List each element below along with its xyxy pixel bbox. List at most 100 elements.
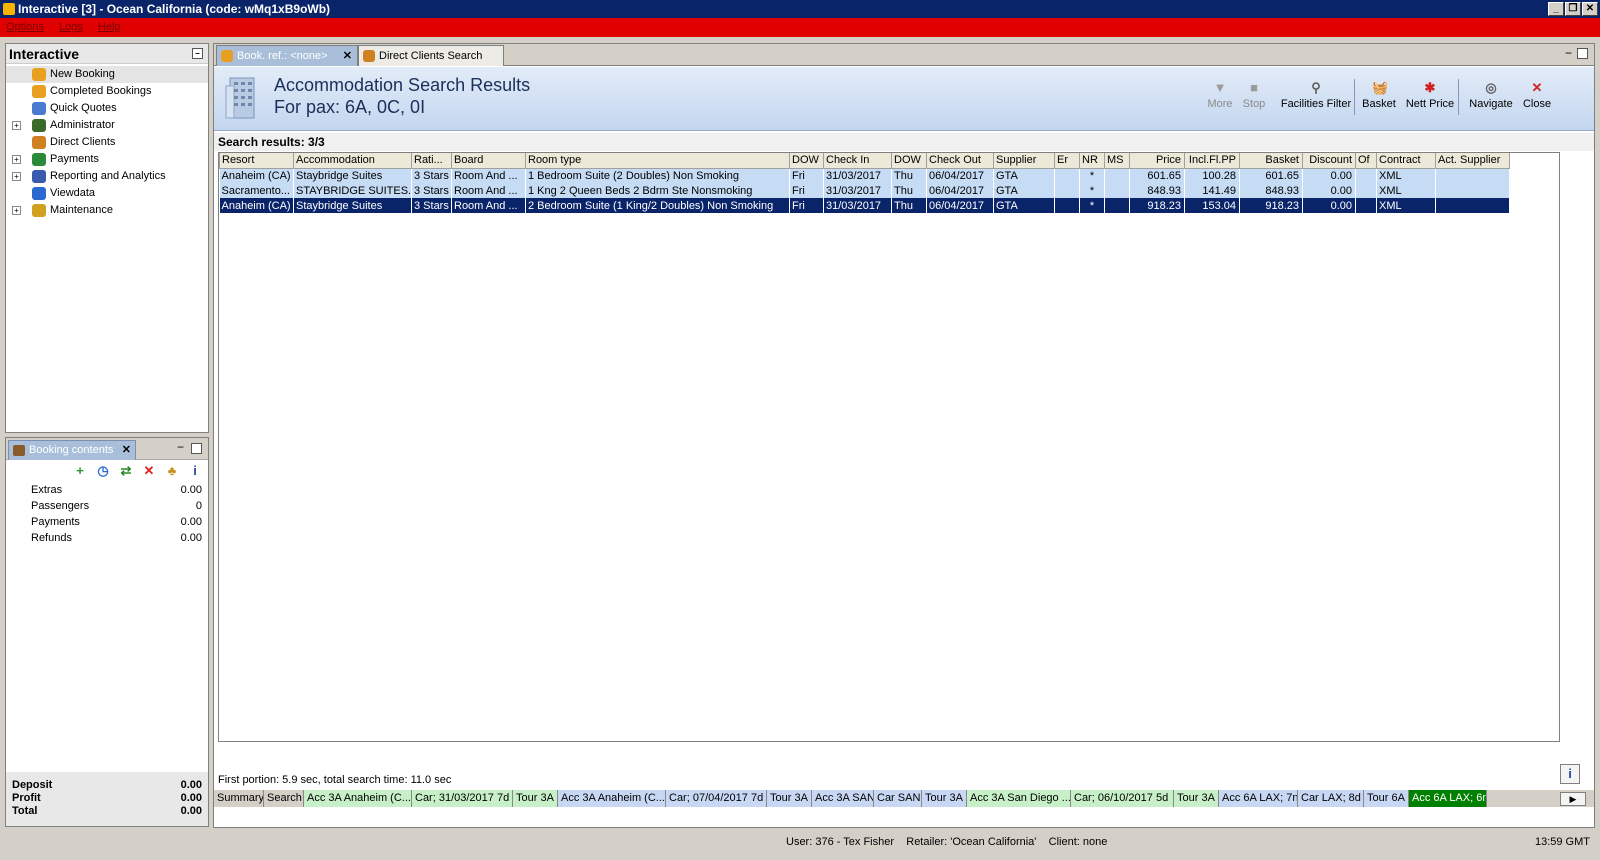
- nav-item-payments[interactable]: + Payments: [6, 151, 208, 168]
- column-header[interactable]: Contract: [1376, 153, 1436, 169]
- column-header[interactable]: Of: [1355, 153, 1377, 169]
- palm-tree-icon[interactable]: ♣: [165, 464, 179, 478]
- close-booking-contents-icon[interactable]: ✕: [122, 441, 131, 459]
- booking-contents-tab[interactable]: Booking contents ✕: [8, 440, 136, 460]
- column-header[interactable]: Basket: [1239, 153, 1303, 169]
- toolbar-more-button[interactable]: ▼ More: [1206, 81, 1234, 121]
- booking-total-label: Deposit: [12, 779, 53, 791]
- column-header[interactable]: Room type: [525, 153, 790, 169]
- add-icon[interactable]: +: [73, 464, 87, 478]
- minimize-tabs-button[interactable]: −: [1565, 46, 1572, 60]
- itinerary-tab[interactable]: Tour 3A: [767, 790, 812, 807]
- minimize-panel-button[interactable]: −: [175, 441, 186, 454]
- menu-options[interactable]: Options: [6, 21, 44, 33]
- itinerary-tab[interactable]: Tour 3A: [1174, 790, 1219, 807]
- column-header[interactable]: MS: [1104, 153, 1130, 169]
- table-cell: 918.23: [1129, 198, 1185, 213]
- nav-item-quick-quotes[interactable]: Quick Quotes: [6, 100, 208, 117]
- navigation-panel: Interactive − New Booking Completed Booki…: [5, 43, 209, 433]
- itinerary-tab[interactable]: Tour 3A: [922, 790, 967, 807]
- navigate-icon: ◎: [1485, 80, 1497, 95]
- expand-icon[interactable]: +: [12, 155, 21, 164]
- results-grid[interactable]: Resort Accommodation Rati... Board Room type…: [218, 152, 1560, 742]
- nav-item-direct-clients[interactable]: Direct Clients: [6, 134, 208, 151]
- column-header[interactable]: Er: [1054, 153, 1080, 169]
- restore-button[interactable]: ❐: [1565, 2, 1581, 16]
- toolbar-close-button[interactable]: ✕ Close: [1520, 81, 1554, 121]
- transfer-icon[interactable]: ⇄: [119, 464, 133, 478]
- results-header: Accommodation Search Results For pax: 6A…: [214, 67, 1594, 131]
- column-header[interactable]: NR: [1079, 153, 1105, 169]
- toolbar-button-label: Nett Price: [1405, 98, 1455, 110]
- itinerary-tab[interactable]: Search: [264, 790, 304, 807]
- clock-icon[interactable]: ◷: [96, 464, 110, 478]
- itinerary-tab[interactable]: Acc 3A Anaheim (C...: [304, 790, 412, 807]
- info-button[interactable]: i: [1560, 764, 1580, 784]
- next-tabs-arrow-icon[interactable]: ▶: [1560, 792, 1586, 806]
- tab-booking-ref[interactable]: Book. ref.: <none> ✕: [216, 45, 358, 66]
- column-header[interactable]: Rati...: [411, 153, 452, 169]
- window-titlebar: Interactive [3] - Ocean California (code…: [0, 0, 1600, 18]
- expand-icon[interactable]: +: [12, 172, 21, 181]
- table-row[interactable]: Anaheim (CA) Staybridge Suites 3 Stars Room…: [219, 198, 1510, 213]
- itinerary-tab[interactable]: Acc 3A Anaheim (C...: [558, 790, 666, 807]
- table-cell: GTA: [993, 183, 1055, 198]
- itinerary-tab[interactable]: Tour 3A: [513, 790, 558, 807]
- minimize-button[interactable]: _: [1548, 2, 1564, 16]
- close-window-button[interactable]: ✕: [1582, 2, 1598, 16]
- nav-item-administrator[interactable]: + Administrator: [6, 117, 208, 134]
- toolbar-basket-button[interactable]: 🧺 Basket: [1360, 81, 1398, 121]
- maximize-tabs-button[interactable]: [1577, 48, 1588, 59]
- itinerary-tab[interactable]: Car; 07/04/2017 7d: [666, 790, 767, 807]
- delete-icon[interactable]: ✕: [142, 464, 156, 478]
- table-row[interactable]: Anaheim (CA) Staybridge Suites 3 Stars Room…: [219, 168, 1510, 183]
- close-tab-icon[interactable]: ✕: [343, 46, 352, 66]
- itinerary-tab[interactable]: Car; 31/03/2017 7d: [412, 790, 513, 807]
- column-header[interactable]: Act. Supplier: [1435, 153, 1510, 169]
- nav-item-maintenance[interactable]: + Maintenance: [6, 202, 208, 219]
- column-header[interactable]: Supplier: [993, 153, 1055, 169]
- toolbar-stop-button[interactable]: ■ Stop: [1240, 81, 1268, 121]
- admin-person-icon: [32, 119, 46, 132]
- table-row[interactable]: Sacramento... STAYBRIDGE SUITES... 3 Stars…: [219, 183, 1510, 198]
- column-header[interactable]: Resort: [219, 153, 294, 169]
- column-header[interactable]: Board: [451, 153, 526, 169]
- column-header[interactable]: Incl.Fl.PP: [1184, 153, 1240, 169]
- close-icon: ✕: [1531, 80, 1543, 95]
- column-header[interactable]: Accommodation: [293, 153, 412, 169]
- toolbar-navigate-button[interactable]: ◎ Navigate: [1466, 81, 1516, 121]
- expand-icon[interactable]: +: [12, 206, 21, 215]
- itinerary-tab[interactable]: Summary: [214, 790, 264, 807]
- nav-item-completed-bookings[interactable]: Completed Bookings: [6, 83, 208, 100]
- menu-logs[interactable]: Logs: [59, 21, 83, 33]
- nav-item-viewdata[interactable]: Viewdata: [6, 185, 208, 202]
- menu-help[interactable]: Help: [98, 21, 121, 33]
- collapse-panel-button[interactable]: −: [192, 48, 203, 59]
- column-header[interactable]: DOW: [891, 153, 927, 169]
- column-header[interactable]: Price: [1129, 153, 1185, 169]
- column-header[interactable]: Check In: [823, 153, 892, 169]
- toolbar-nett-price-button[interactable]: ✱ Nett Price: [1404, 81, 1456, 121]
- column-header[interactable]: Discount: [1302, 153, 1356, 169]
- itinerary-tab[interactable]: Car SAN: [874, 790, 922, 807]
- column-header[interactable]: DOW: [789, 153, 824, 169]
- nav-item-new-booking[interactable]: New Booking: [6, 66, 208, 83]
- itinerary-tab[interactable]: Acc 3A San Diego ...: [967, 790, 1071, 807]
- menu-bar: Options Logs Help: [0, 18, 1600, 37]
- table-cell: Sacramento...: [219, 183, 294, 198]
- table-cell: *: [1079, 168, 1105, 183]
- info-icon[interactable]: i: [188, 464, 202, 478]
- column-header[interactable]: Check Out: [926, 153, 994, 169]
- table-cell: [1435, 183, 1510, 198]
- toolbar-facilities-filter-button[interactable]: ⚲ Facilities Filter: [1276, 81, 1356, 121]
- itinerary-tab[interactable]: Car LAX; 8d: [1298, 790, 1364, 807]
- expand-icon[interactable]: +: [12, 121, 21, 130]
- itinerary-tab[interactable]: Tour 6A: [1364, 790, 1409, 807]
- itinerary-tab[interactable]: Car; 06/10/2017 5d: [1071, 790, 1174, 807]
- itinerary-tab[interactable]: Acc 6A LAX; 6n: [1409, 790, 1487, 807]
- nav-item-reporting-and-analytics[interactable]: + Reporting and Analytics: [6, 168, 208, 185]
- itinerary-tab[interactable]: Acc 6A LAX; 7n: [1219, 790, 1298, 807]
- tab-direct-clients-search[interactable]: Direct Clients Search: [358, 45, 504, 66]
- maximize-panel-button[interactable]: [191, 443, 202, 454]
- itinerary-tab[interactable]: Acc 3A SAN: [812, 790, 874, 807]
